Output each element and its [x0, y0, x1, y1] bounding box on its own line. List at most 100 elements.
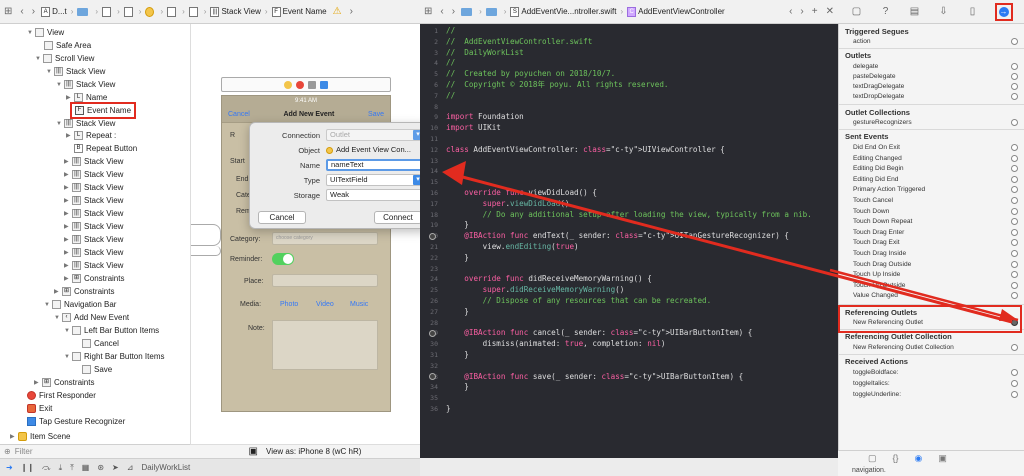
code-line[interactable]: // [446, 91, 455, 101]
previous-editor-icon[interactable]: ‹ [785, 6, 796, 17]
outline-item-stack-view[interactable]: ▶ ||| Stack View [64, 233, 123, 246]
outline-item-stack-view[interactable]: ▶ ||| Stack View [64, 246, 123, 259]
file-inspector-icon[interactable]: ▢ [850, 5, 864, 19]
type-combo[interactable]: UITextField [326, 174, 424, 186]
code-line[interactable]: import Foundation [446, 112, 524, 122]
breadcrumb-folder-2[interactable] [484, 7, 502, 16]
code-line[interactable]: dismiss(animated: true, completion: nil) [446, 339, 666, 349]
code-line[interactable]: } [446, 382, 469, 392]
media-photo-button[interactable]: Photo [280, 301, 298, 308]
outline-item-stack-view[interactable]: ▼ ||| Stack View [46, 65, 105, 78]
code-line[interactable]: // DailyWorkList [446, 48, 524, 58]
connect-handle[interactable] [1011, 380, 1018, 387]
outline-item-stack-view[interactable]: ▼ ||| Stack View [56, 78, 115, 91]
code-line[interactable]: class AddEventViewController: class="c-t… [446, 145, 725, 155]
back-icon[interactable]: ‹ [16, 6, 27, 17]
code-line[interactable]: // AddEventViewController.swift [446, 37, 592, 47]
breadcrumb-storyboard-base[interactable] [122, 6, 137, 17]
related-items-icon[interactable]: ⊞ [420, 6, 436, 17]
new-referencing-collection[interactable]: New Referencing Outlet Collection [853, 344, 954, 351]
code-line[interactable]: } [446, 220, 469, 230]
nav-cancel-button[interactable]: Cancel [228, 111, 250, 118]
outline-item-tap-gesture[interactable]: Tap Gesture Recognizer [27, 415, 125, 428]
related-items-icon[interactable]: ⊞ [0, 6, 16, 17]
next-editor-icon[interactable]: › [796, 6, 807, 17]
breakpoints-icon[interactable]: ➜ [6, 463, 13, 472]
note-text-view[interactable] [272, 320, 378, 370]
outline-item-view[interactable]: ▼ View [27, 26, 64, 39]
forward-icon[interactable]: › [448, 6, 459, 17]
filter-input[interactable]: Filter [15, 447, 33, 456]
category-field[interactable]: choose category [272, 232, 378, 245]
connect-handle[interactable] [1011, 154, 1018, 162]
media-music-button[interactable]: Music [350, 301, 368, 308]
connect-handle[interactable] [1011, 281, 1018, 289]
code-line[interactable]: view.endEditing(true) [446, 242, 579, 252]
device-config-icon[interactable]: ▣ [249, 446, 258, 457]
connect-handle[interactable] [1011, 218, 1018, 226]
outline-item-constraints[interactable]: ▶ ⊞ Constraints [54, 285, 114, 298]
outline-item-repeat-button[interactable]: B Repeat Button [74, 142, 137, 155]
view-as-device-button[interactable]: View as: iPhone 8 (wC hR) [266, 447, 361, 456]
code-line[interactable]: // Copyright © 2018年 poyu. All rights re… [446, 80, 668, 90]
place-field[interactable] [272, 274, 378, 287]
breadcrumb-scene[interactable] [143, 6, 158, 17]
location-icon[interactable]: ➤ [112, 463, 119, 472]
connect-handle[interactable] [1011, 38, 1018, 45]
connect-handle[interactable] [1011, 144, 1018, 151]
back-icon[interactable]: ‹ [436, 6, 447, 17]
outline-item-stack-view[interactable]: ▶ ||| Stack View [64, 168, 123, 181]
media-library-icon[interactable]: ▣ [938, 453, 947, 464]
outlet-connection-indicator[interactable] [429, 232, 436, 240]
code-line[interactable]: // Dispose of any resources that can be … [446, 296, 712, 306]
memory-graph-icon[interactable]: ⊛ [97, 463, 104, 472]
connect-handle[interactable] [1011, 271, 1018, 279]
forward-icon[interactable]: › [28, 6, 39, 17]
breadcrumb-project[interactable]: A D...t [39, 6, 69, 17]
outline-item-constraints[interactable]: ▶ ⊞ Constraints [64, 272, 124, 285]
connect-handle[interactable] [1011, 119, 1018, 126]
breadcrumb-view-1[interactable] [165, 6, 180, 17]
connect-handle[interactable] [1011, 250, 1018, 257]
connect-handle[interactable] [1011, 93, 1018, 100]
code-line[interactable]: override func viewDidLoad() { [446, 188, 597, 198]
pause-icon[interactable]: ❙❙ [21, 463, 34, 472]
connect-handle[interactable] [1011, 186, 1018, 194]
size-inspector-icon[interactable]: ▯ [966, 5, 980, 19]
breadcrumb-event-name[interactable]: F Event Name [270, 6, 329, 17]
storyboard-canvas[interactable]: 9:41 AM Cancel Add New Event Save R Star… [190, 24, 420, 444]
step-over-icon[interactable]: ⤼ [42, 463, 51, 473]
file-template-icon[interactable]: ▢ [868, 453, 877, 464]
outline-item-scroll-view[interactable]: ▼ Scroll View [35, 52, 94, 65]
reminder-switch[interactable] [272, 253, 294, 265]
code-line[interactable]: } [446, 350, 469, 360]
connection-select[interactable]: Outlet [326, 129, 424, 141]
outline-item-stack-view[interactable]: ▶ ||| Stack View [64, 259, 123, 272]
outlet-connection-indicator[interactable] [429, 329, 436, 337]
breadcrumb-folder[interactable] [459, 7, 477, 16]
code-line[interactable]: @IBAction func save(_ sender: class="c-t… [446, 372, 743, 382]
breadcrumb-folder[interactable] [75, 7, 93, 16]
connect-button[interactable]: Connect [374, 211, 422, 224]
code-editor[interactable]: 1 // 2 // AddEventViewController.swift 3 // D… [420, 24, 838, 458]
code-line[interactable]: // [446, 58, 455, 68]
outline-item-save[interactable]: Save [82, 363, 112, 376]
code-line[interactable]: // Created by poyuchen on 2018/10/7. [446, 69, 615, 79]
outline-item-stack-view[interactable]: ▶ ||| Stack View [64, 207, 123, 220]
code-line[interactable]: super.viewDidLoad() [446, 199, 570, 209]
outline-item-item-scene[interactable]: ▶ Item Scene [10, 430, 70, 443]
connect-handle[interactable] [1011, 260, 1018, 268]
outline-item-first-responder[interactable]: First Responder [27, 389, 96, 402]
outline-item-stack-view[interactable]: ▶ ||| Stack View [64, 220, 123, 233]
scene-dock[interactable] [221, 77, 391, 92]
outline-item-stack-view[interactable]: ▶ ||| Stack View [64, 194, 123, 207]
media-video-button[interactable]: Video [316, 301, 334, 308]
outline-item-cancel[interactable]: Cancel [82, 337, 119, 350]
code-snippet-icon[interactable]: {} [893, 453, 899, 464]
connect-handle[interactable] [1011, 175, 1018, 183]
outline-item-safe-area[interactable]: Safe Area [44, 39, 91, 52]
nav-save-button[interactable]: Save [368, 111, 384, 118]
connect-handle[interactable] [1011, 83, 1018, 90]
view-controller-icon[interactable] [284, 80, 292, 89]
gesture-icon[interactable] [320, 80, 328, 89]
